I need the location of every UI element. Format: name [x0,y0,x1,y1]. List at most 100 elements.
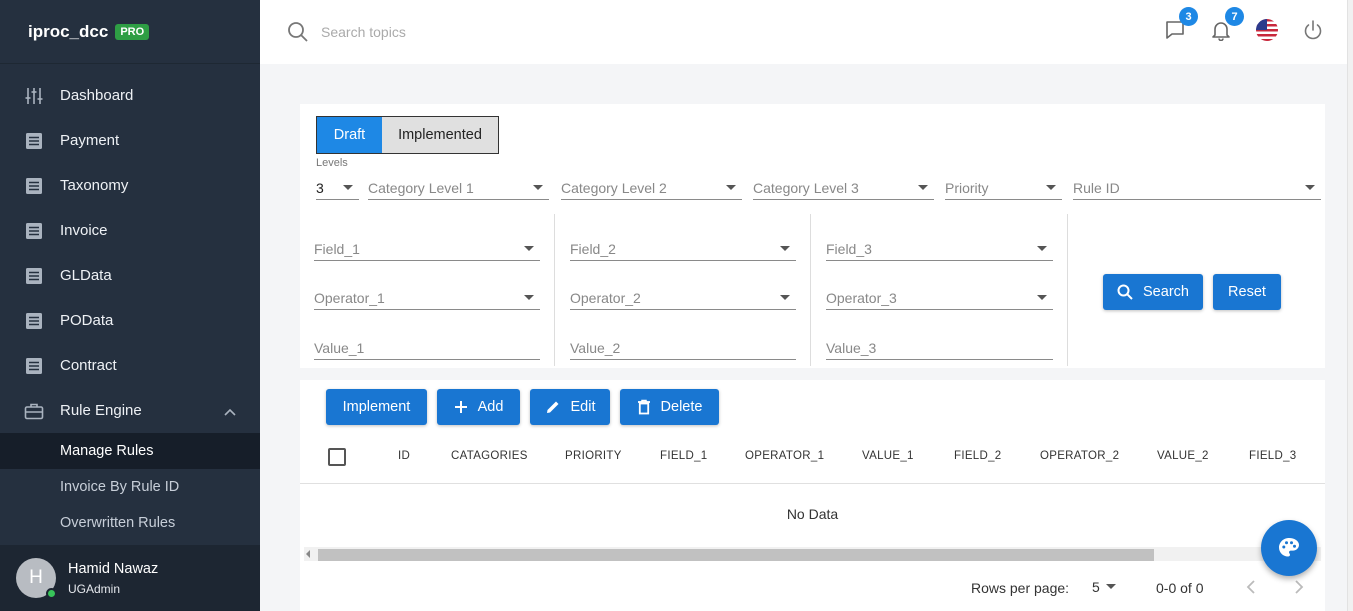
field-1-select[interactable]: Field_1 [314,237,540,261]
search-button[interactable]: Search [1103,274,1203,310]
sidebar-item-rule-engine[interactable]: Rule Engine [0,388,260,433]
palette-icon [1279,538,1299,557]
select-label: Operator_1 [314,289,385,306]
trash-icon [637,399,650,415]
reset-button-label: Reset [1228,284,1266,300]
table-pagination: Rows per page: 5 0-0 of 0 [300,574,1325,602]
user-panel[interactable]: H Hamid Nawaz UGAdmin [0,545,260,611]
caret-down-icon [1037,246,1047,251]
value-1-input[interactable]: Value_1 [314,336,540,360]
sidebar-item-taxonomy[interactable]: Taxonomy [0,163,260,208]
caret-down-icon [524,246,534,251]
category-level-1-select[interactable]: Category Level 1 [368,176,549,200]
page-scrollbar[interactable] [1347,0,1353,611]
avatar: H [16,558,57,599]
column-header-priority[interactable]: PRIORITY [565,450,622,462]
category-level-3-select[interactable]: Category Level 3 [753,176,934,200]
edit-button[interactable]: Edit [530,389,610,425]
sidebar-subitem-invoice-by-rule-id[interactable]: Invoice By Rule ID [0,469,260,505]
rule-id-select[interactable]: Rule ID [1073,176,1321,200]
sidebar-subitem-manage-rules[interactable]: Manage Rules [0,433,260,469]
sidebar-item-label: GLData [60,267,112,284]
select-label: Priority [945,179,989,196]
messages-button[interactable]: 3 [1163,7,1198,44]
value-3-input[interactable]: Value_3 [826,336,1053,360]
sidebar-item-label: Contract [60,357,117,374]
field-3-select[interactable]: Field_3 [826,237,1053,261]
table-horizontal-scrollbar[interactable] [304,547,1321,561]
list-icon [24,311,44,331]
operator-1-select[interactable]: Operator_1 [314,286,540,310]
sidebar-item-label: POData [60,312,114,329]
column-header-categories[interactable]: CATAGORIES [451,450,528,462]
select-label: Category Level 1 [368,179,474,196]
messages-count-badge: 3 [1179,7,1198,26]
header-actions: 3 7 [1163,0,1347,64]
select-label: Field_2 [570,240,616,257]
tab-implemented[interactable]: Implemented [382,117,498,153]
reset-button[interactable]: Reset [1213,274,1281,310]
field-2-select[interactable]: Field_2 [570,237,796,261]
notifications-button[interactable]: 7 [1209,7,1244,44]
briefcase-icon [24,401,44,421]
scroll-left-arrow-icon[interactable] [306,550,310,558]
tab-draft[interactable]: Draft [317,117,382,153]
language-button[interactable] [1255,18,1279,44]
select-label: Operator_2 [570,289,641,306]
rows-per-page-select[interactable]: 5 [1092,579,1116,595]
chevron-left-icon [1246,580,1255,594]
caret-down-icon [1046,185,1056,190]
column-header-id[interactable]: ID [398,450,410,462]
column-header-field-1[interactable]: FIELD_1 [660,450,707,462]
column-header-field-3[interactable]: FIELD_3 [1249,450,1296,462]
add-button[interactable]: Add [437,389,520,425]
column-header-value-2[interactable]: VALUE_2 [1157,450,1209,462]
logout-button[interactable] [1301,19,1325,44]
user-role: UGAdmin [68,581,121,596]
levels-select[interactable]: 3 [316,176,359,200]
sidebar-nav: Dashboard Payment Taxonomy Invoice GLDat… [0,64,260,541]
select-all-checkbox[interactable] [328,448,346,466]
chevron-up-icon[interactable] [224,403,236,420]
brand: iproc_dcc PRO [0,0,260,64]
chevron-right-icon [1295,580,1304,594]
sidebar-subitem-overwritten-rules[interactable]: Overwritten Rules [0,505,260,541]
pencil-icon [546,401,558,413]
sidebar-item-label: Invoice [60,222,108,239]
rows-per-page-label: Rows per page: [971,580,1070,596]
priority-select[interactable]: Priority [945,176,1062,200]
previous-page-button[interactable] [1246,580,1256,597]
status-toggle: Draft Implemented [316,116,499,154]
sidebar-item-label: Payment [60,132,120,149]
sidebar-item-dashboard[interactable]: Dashboard [0,73,260,118]
search-icon [1117,284,1133,300]
list-icon [24,356,44,376]
implement-button[interactable]: Implement [326,389,427,425]
column-header-field-2[interactable]: FIELD_2 [954,450,1001,462]
sidebar-item-label: Taxonomy [60,177,129,194]
search-input[interactable] [321,24,721,40]
sidebar-item-payment[interactable]: Payment [0,118,260,163]
select-label: Rule ID [1073,179,1120,196]
category-level-2-select[interactable]: Category Level 2 [561,176,742,200]
next-page-button[interactable] [1294,580,1304,597]
operator-3-select[interactable]: Operator_3 [826,286,1053,310]
column-header-operator-2[interactable]: OPERATOR_2 [1040,450,1119,462]
column-header-value-1[interactable]: VALUE_1 [862,450,914,462]
theme-settings-button[interactable] [1261,520,1317,576]
sidebar-item-contract[interactable]: Contract [0,343,260,388]
value-2-input[interactable]: Value_2 [570,336,796,360]
delete-button[interactable]: Delete [620,389,719,425]
table-header-row: ID CATAGORIES PRIORITY FIELD_1 OPERATOR_… [300,436,1325,484]
search-icon [287,21,309,43]
pagination-range: 0-0 of 0 [1156,580,1204,596]
column-divider [810,214,811,366]
input-label: Value_2 [570,339,621,356]
sidebar-item-gldata[interactable]: GLData [0,253,260,298]
column-header-operator-1[interactable]: OPERATOR_1 [745,450,824,462]
sidebar-item-invoice[interactable]: Invoice [0,208,260,253]
scrollbar-thumb[interactable] [318,549,1154,561]
sidebar-item-podata[interactable]: POData [0,298,260,343]
page-scrollbar-thumb[interactable] [1347,0,1353,611]
operator-2-select[interactable]: Operator_2 [570,286,796,310]
